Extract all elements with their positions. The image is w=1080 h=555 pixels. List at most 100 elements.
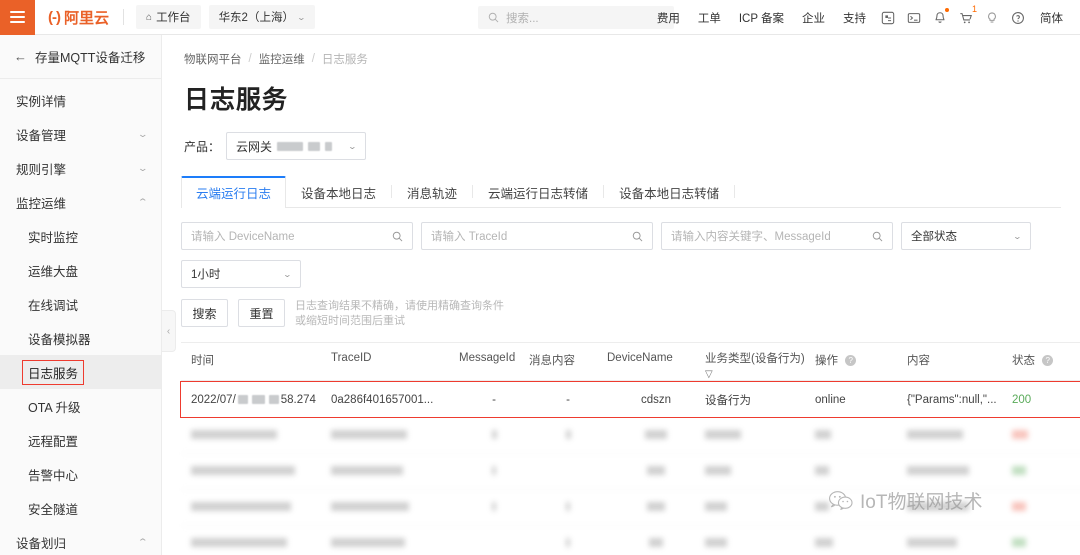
- query-hint-line1: 日志查询结果不精确，请使用精确查询条件: [295, 300, 504, 312]
- time-range-select[interactable]: 1小时 ⌄: [181, 260, 301, 288]
- sidebar-item-remote-config[interactable]: 远程配置: [0, 423, 161, 457]
- sidebar-item-realtime-monitor[interactable]: 实时监控: [0, 219, 161, 253]
- nav-link-support[interactable]: 支持: [834, 10, 875, 26]
- arrow-left-icon[interactable]: ←: [14, 49, 27, 64]
- sidebar-subitem-label: 实时监控: [28, 230, 79, 245]
- cell-device-name: cdszn: [640, 393, 672, 406]
- funnel-icon[interactable]: ▽: [705, 368, 815, 382]
- chevron-down-icon: ⌄: [1012, 231, 1023, 241]
- sidebar-item-secure-tunnel[interactable]: 安全隧道: [0, 491, 161, 525]
- sidebar-item-device-simulator[interactable]: 设备模拟器: [0, 321, 161, 355]
- sidebar-item-rule-engine[interactable]: 规则引擎 ⌄: [0, 151, 161, 185]
- terminal-icon[interactable]: [901, 0, 927, 35]
- tab-cloud-runtime-log-dump[interactable]: 云端运行日志转储: [473, 176, 603, 207]
- sidebar-item-monitoring-ops[interactable]: 监控运维 ⌃: [0, 185, 161, 219]
- nav-link-icp[interactable]: ICP 备案: [730, 10, 793, 26]
- region-label: 华东2（上海）: [218, 12, 294, 24]
- column-header-message-content: 消息内容: [529, 355, 575, 367]
- trace-id-input[interactable]: 请输入 TraceId: [421, 222, 653, 250]
- breadcrumb-item-iot-platform[interactable]: 物联网平台: [184, 51, 242, 67]
- sidebar-header[interactable]: ← 存量MQTT设备迁移: [0, 35, 161, 79]
- sidebar-item-instance-details[interactable]: 实例详情: [0, 83, 161, 117]
- aliyun-mark-icon: (-): [48, 8, 61, 26]
- tab-label: 云端运行日志转储: [488, 186, 589, 201]
- help-icon[interactable]: [1005, 0, 1031, 35]
- aliyun-logo[interactable]: (-) 阿里云: [35, 0, 123, 35]
- vertical-scrollbar[interactable]: [1072, 230, 1080, 555]
- sidebar-subitem-label: 日志服务: [21, 359, 85, 385]
- cart-icon[interactable]: 1: [953, 0, 979, 35]
- region-selector[interactable]: 华东2（上海） ⌄: [208, 5, 315, 29]
- home-icon: ⌂: [146, 11, 153, 23]
- device-name-input[interactable]: 请输入 DeviceName: [181, 222, 413, 250]
- cell-time-prefix: 2022/07/: [191, 393, 236, 406]
- tab-bar: 云端运行日志 设备本地日志 消息轨迹 云端运行日志转储 设备本地日志转储: [181, 176, 1061, 208]
- sidebar-subitem-label: 远程配置: [28, 434, 79, 449]
- help-icon[interactable]: ?: [1042, 355, 1054, 367]
- sidebar-subitem-label: OTA 升级: [28, 400, 81, 415]
- sidebar-item-device-assignment[interactable]: 设备划归 ⌃: [0, 525, 161, 555]
- column-header-device-name: DeviceName: [607, 352, 673, 364]
- column-header-time: 时间: [191, 355, 214, 367]
- bulb-icon[interactable]: [979, 0, 1005, 35]
- global-search-input[interactable]: 搜索...: [478, 6, 674, 29]
- workbench-button[interactable]: ⌂ 工作台: [136, 5, 201, 29]
- sidebar-item-online-debug[interactable]: 在线调试: [0, 287, 161, 321]
- sidebar-item-label: 监控运维: [16, 196, 67, 211]
- table-row[interactable]: [181, 490, 1080, 526]
- search-icon[interactable]: [392, 231, 403, 242]
- divider: [734, 185, 736, 198]
- cell-time: 2022/07/58.274: [181, 394, 331, 406]
- hamburger-icon[interactable]: [0, 0, 35, 35]
- device-name-placeholder: 请输入 DeviceName: [191, 231, 295, 243]
- cell-trace-id: 0a286f401657001...: [331, 393, 434, 406]
- column-header-trace-id: TraceID: [331, 352, 372, 364]
- status-select[interactable]: 全部状态 ⌄: [901, 222, 1031, 250]
- help-icon[interactable]: ?: [845, 355, 857, 367]
- sidebar-item-alert-center[interactable]: 告警中心: [0, 457, 161, 491]
- table-row[interactable]: 2022/07/58.274 0a286f401657001... - - cd…: [180, 381, 1080, 418]
- language-switch[interactable]: 简体: [1031, 10, 1072, 26]
- sidebar-item-label: 设备管理: [16, 128, 67, 143]
- nav-link-enterprise[interactable]: 企业: [793, 10, 834, 26]
- nav-link-tickets[interactable]: 工单: [689, 10, 730, 26]
- tab-device-local-log[interactable]: 设备本地日志: [286, 176, 391, 207]
- breadcrumb-separator: /: [311, 53, 315, 65]
- product-select[interactable]: 云网关 ⌄: [226, 132, 367, 160]
- bell-icon[interactable]: [927, 0, 953, 35]
- column-header-status-label: 状态: [1012, 355, 1035, 367]
- column-header-biz-type: 业务类型(设备行为) ▽: [705, 352, 815, 382]
- nav-link-fees[interactable]: 费用: [648, 10, 689, 26]
- column-header-operation: 操作 ?: [815, 352, 907, 368]
- sidebar-collapse-handle[interactable]: ‹: [162, 310, 176, 352]
- search-icon[interactable]: [632, 231, 643, 242]
- breadcrumb-item-monitoring-ops[interactable]: 监控运维: [259, 51, 305, 67]
- content-keyword-input[interactable]: 请输入内容关键字、MessageId: [661, 222, 893, 250]
- breadcrumb-separator: /: [248, 53, 252, 65]
- top-right-nav: 费用 工单 ICP 备案 企业 支持 1 简体: [648, 0, 1072, 35]
- sidebar-subitem-label: 告警中心: [28, 468, 79, 483]
- tab-cloud-runtime-log[interactable]: 云端运行日志: [181, 176, 287, 208]
- sidebar-item-ops-dashboard[interactable]: 运维大盘: [0, 253, 161, 287]
- sidebar-item-label: 规则引擎: [16, 162, 67, 177]
- sidebar-item-device-management[interactable]: 设备管理 ⌄: [0, 117, 161, 151]
- tab-message-trace[interactable]: 消息轨迹: [392, 176, 472, 207]
- chevron-up-icon: ⌃: [137, 536, 149, 547]
- app-grid-icon[interactable]: [875, 0, 901, 35]
- column-header-biz-type-label: 业务类型(设备行为): [705, 353, 805, 365]
- tab-device-local-log-dump[interactable]: 设备本地日志转储: [604, 176, 734, 207]
- sidebar-item-log-service[interactable]: 日志服务: [0, 355, 161, 389]
- reset-button[interactable]: 重置: [238, 299, 285, 327]
- table-row[interactable]: [181, 418, 1080, 454]
- sidebar-item-ota-upgrade[interactable]: OTA 升级: [0, 389, 161, 423]
- search-icon[interactable]: [872, 231, 883, 242]
- column-header-content: 内容: [907, 355, 930, 367]
- search-button[interactable]: 搜索: [181, 299, 228, 327]
- table-row[interactable]: [181, 526, 1080, 555]
- query-hint-line2: 或缩短时间范围后重试: [295, 315, 405, 327]
- chevron-up-icon: ⌃: [137, 196, 149, 207]
- sidebar-subitem-label: 设备模拟器: [28, 332, 91, 347]
- redacted-text: [308, 141, 321, 151]
- chevron-down-icon: ⌄: [282, 269, 293, 279]
- table-row[interactable]: [181, 454, 1080, 490]
